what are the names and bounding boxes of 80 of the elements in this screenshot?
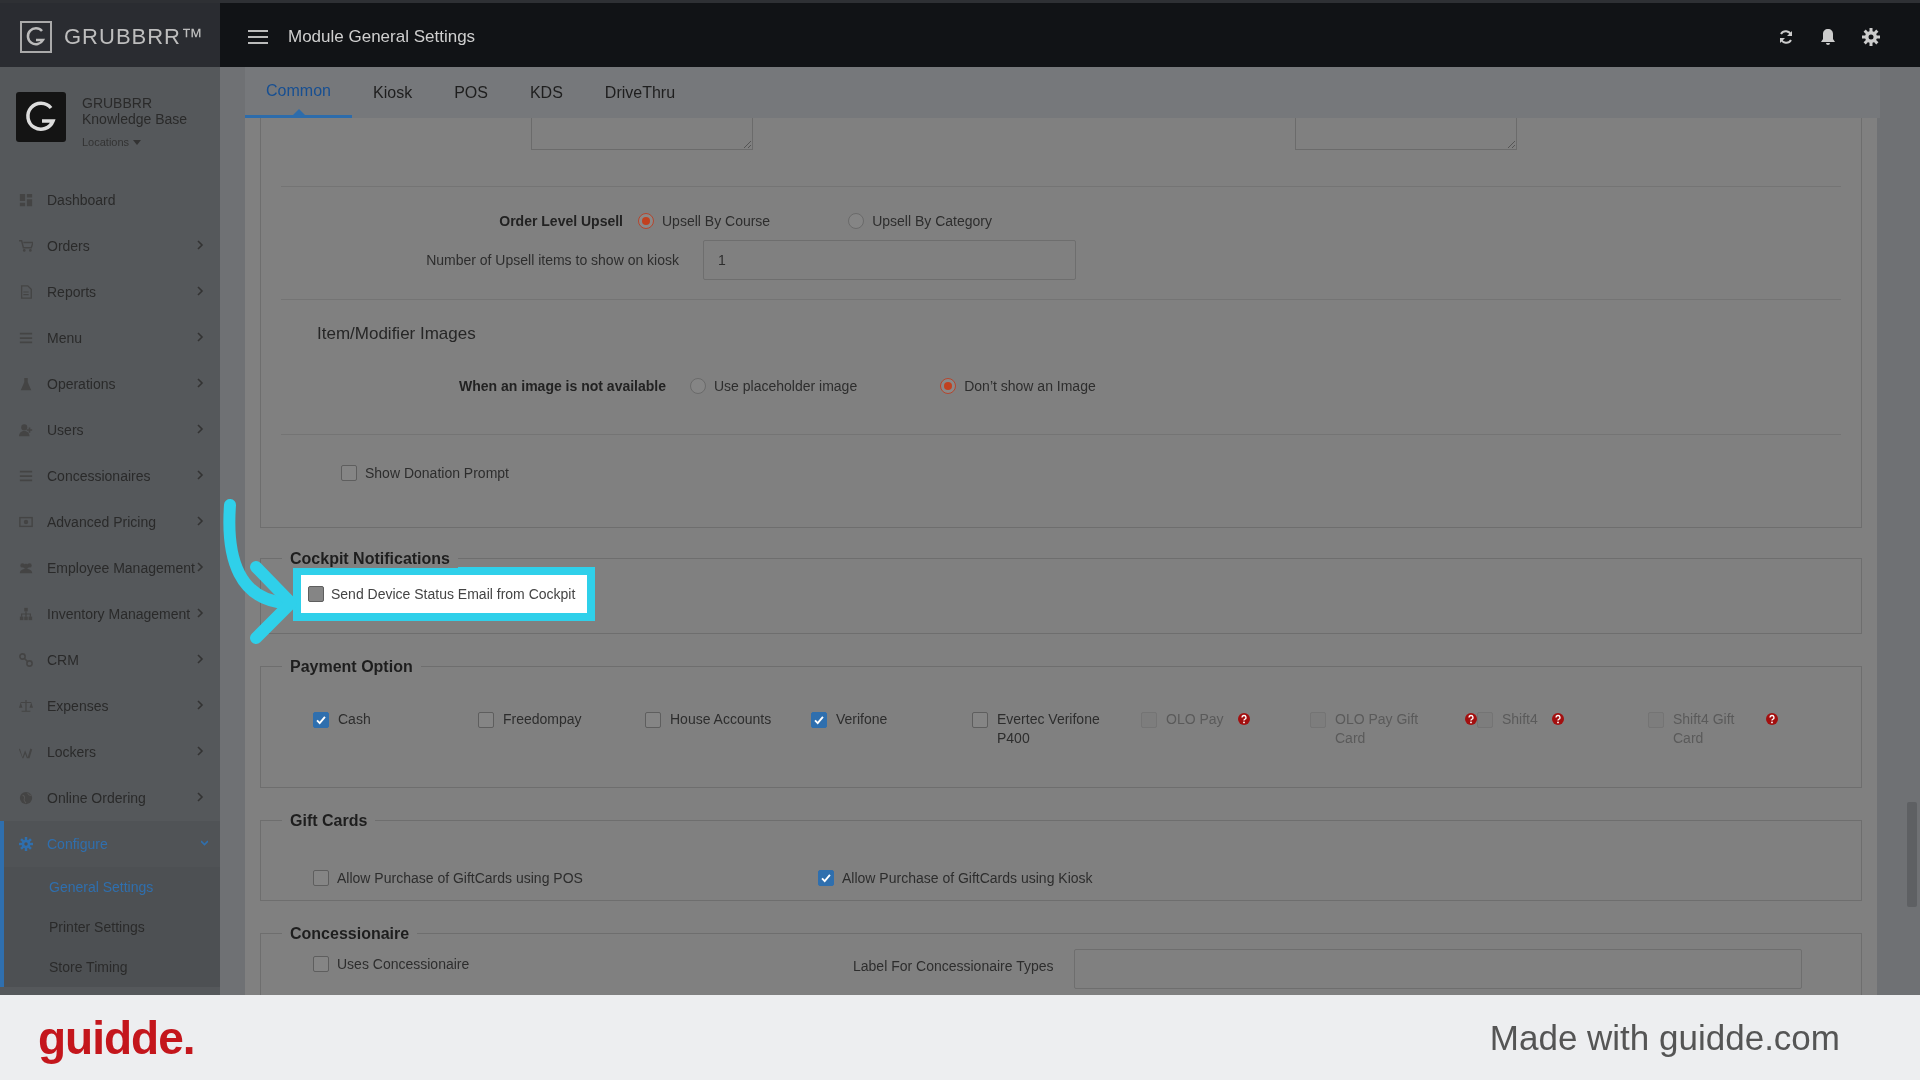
resize-grip-icon[interactable] [1507, 140, 1515, 148]
checkbox-option[interactable]: House Accounts [645, 712, 811, 729]
account-logo [16, 92, 66, 142]
chevron-icon [197, 378, 204, 388]
chevron-icon [197, 792, 204, 802]
radio-button[interactable] [638, 213, 654, 229]
text-area[interactable] [531, 118, 753, 150]
field-label: Order Level Upsell [498, 213, 623, 229]
checkbox[interactable] [972, 712, 988, 728]
fieldset-legend: Payment Option [282, 658, 421, 676]
tab[interactable]: DriveThru [583, 67, 697, 118]
radio-option[interactable]: Upsell By Category [848, 213, 992, 229]
chevron-icon [197, 470, 204, 480]
settings-icon[interactable] [1862, 27, 1880, 46]
radio-button[interactable] [848, 213, 865, 229]
nav-icon [19, 791, 33, 805]
checkbox[interactable] [341, 465, 357, 481]
checkbox-option[interactable]: Send Device Status Email from Cockpit [301, 575, 588, 613]
field-label: Number of Upsell items to show on kiosk [425, 252, 679, 268]
radio-button[interactable] [690, 378, 706, 394]
refresh-icon[interactable] [1778, 28, 1794, 45]
radio-option[interactable]: Upsell By Course [638, 213, 771, 229]
checkbox-option[interactable]: Freedompay [478, 712, 645, 729]
chevron-icon [197, 240, 204, 250]
radio-option[interactable]: Use placeholder image [690, 378, 858, 394]
checkbox-option[interactable]: Show Donation Prompt [341, 465, 509, 481]
resize-grip-icon[interactable] [743, 140, 751, 148]
field-label: Label For Concessionaire Types [853, 958, 1054, 974]
chevron-icon [201, 838, 208, 848]
input-field[interactable]: 1 [703, 240, 1076, 280]
logo-icon [20, 20, 52, 53]
checkbox[interactable] [313, 869, 329, 886]
nav-icon [19, 423, 33, 437]
nav-icon [19, 653, 33, 667]
chevron-icon [197, 654, 204, 664]
chevron-icon [197, 516, 204, 526]
tab[interactable]: Kiosk [352, 67, 434, 118]
guidde-logo: guidde. [38, 1010, 195, 1065]
checkbox[interactable] [645, 712, 661, 728]
nav-icon [19, 285, 33, 299]
chevron-icon [197, 424, 204, 434]
brand-name: GRUBBRR™ [64, 23, 204, 50]
nav-icon [19, 239, 33, 253]
nav-icon [19, 515, 33, 529]
chevron-icon [197, 562, 204, 572]
tab[interactable]: POS [433, 67, 509, 118]
checkbox[interactable] [478, 712, 494, 728]
chevron-icon [197, 700, 204, 710]
nav-icon [19, 561, 33, 575]
chevron-icon [197, 746, 204, 756]
nav-icon [19, 699, 33, 713]
fieldset-legend: Cockpit Notifications [282, 550, 458, 568]
field-label: When an image is not available [458, 378, 666, 394]
radio-option[interactable]: Don’t show an Image [940, 378, 1096, 394]
caret-icon [133, 139, 142, 145]
sidebar-item[interactable]: Configure [0, 821, 220, 867]
chevron-icon [197, 608, 204, 618]
bell-icon[interactable] [1820, 27, 1836, 46]
checkbox[interactable] [313, 956, 329, 972]
checkbox-option[interactable]: Allow Purchase of GiftCards using POS [313, 869, 583, 886]
footer-text: Made with guidde.com [1489, 1017, 1840, 1058]
checkbox-option[interactable]: Cash [313, 712, 478, 729]
chevron-icon [197, 286, 204, 296]
submenu-item[interactable]: General Settings [4, 867, 220, 907]
checkbox[interactable] [308, 586, 324, 602]
checkbox-option[interactable]: Uses Concessionaire [313, 956, 470, 972]
section-title: Item/Modifier Images [317, 324, 476, 344]
checkbox-option[interactable]: Evertec Verifone P400 [972, 712, 1141, 748]
chevron-icon [197, 332, 204, 342]
text-area[interactable] [1295, 118, 1517, 150]
checkbox[interactable] [818, 869, 834, 886]
tab[interactable]: KDS [508, 67, 584, 118]
checkbox[interactable] [313, 712, 329, 728]
checkbox[interactable] [811, 712, 827, 728]
radio-button[interactable] [940, 378, 957, 394]
menu-icon[interactable] [248, 29, 268, 44]
page-title: Module General Settings [288, 26, 476, 47]
nav-icon [19, 837, 33, 851]
checkbox-option[interactable]: Verifone [811, 712, 972, 729]
checkbox-option[interactable]: Allow Purchase of GiftCards using Kiosk [818, 869, 1093, 886]
